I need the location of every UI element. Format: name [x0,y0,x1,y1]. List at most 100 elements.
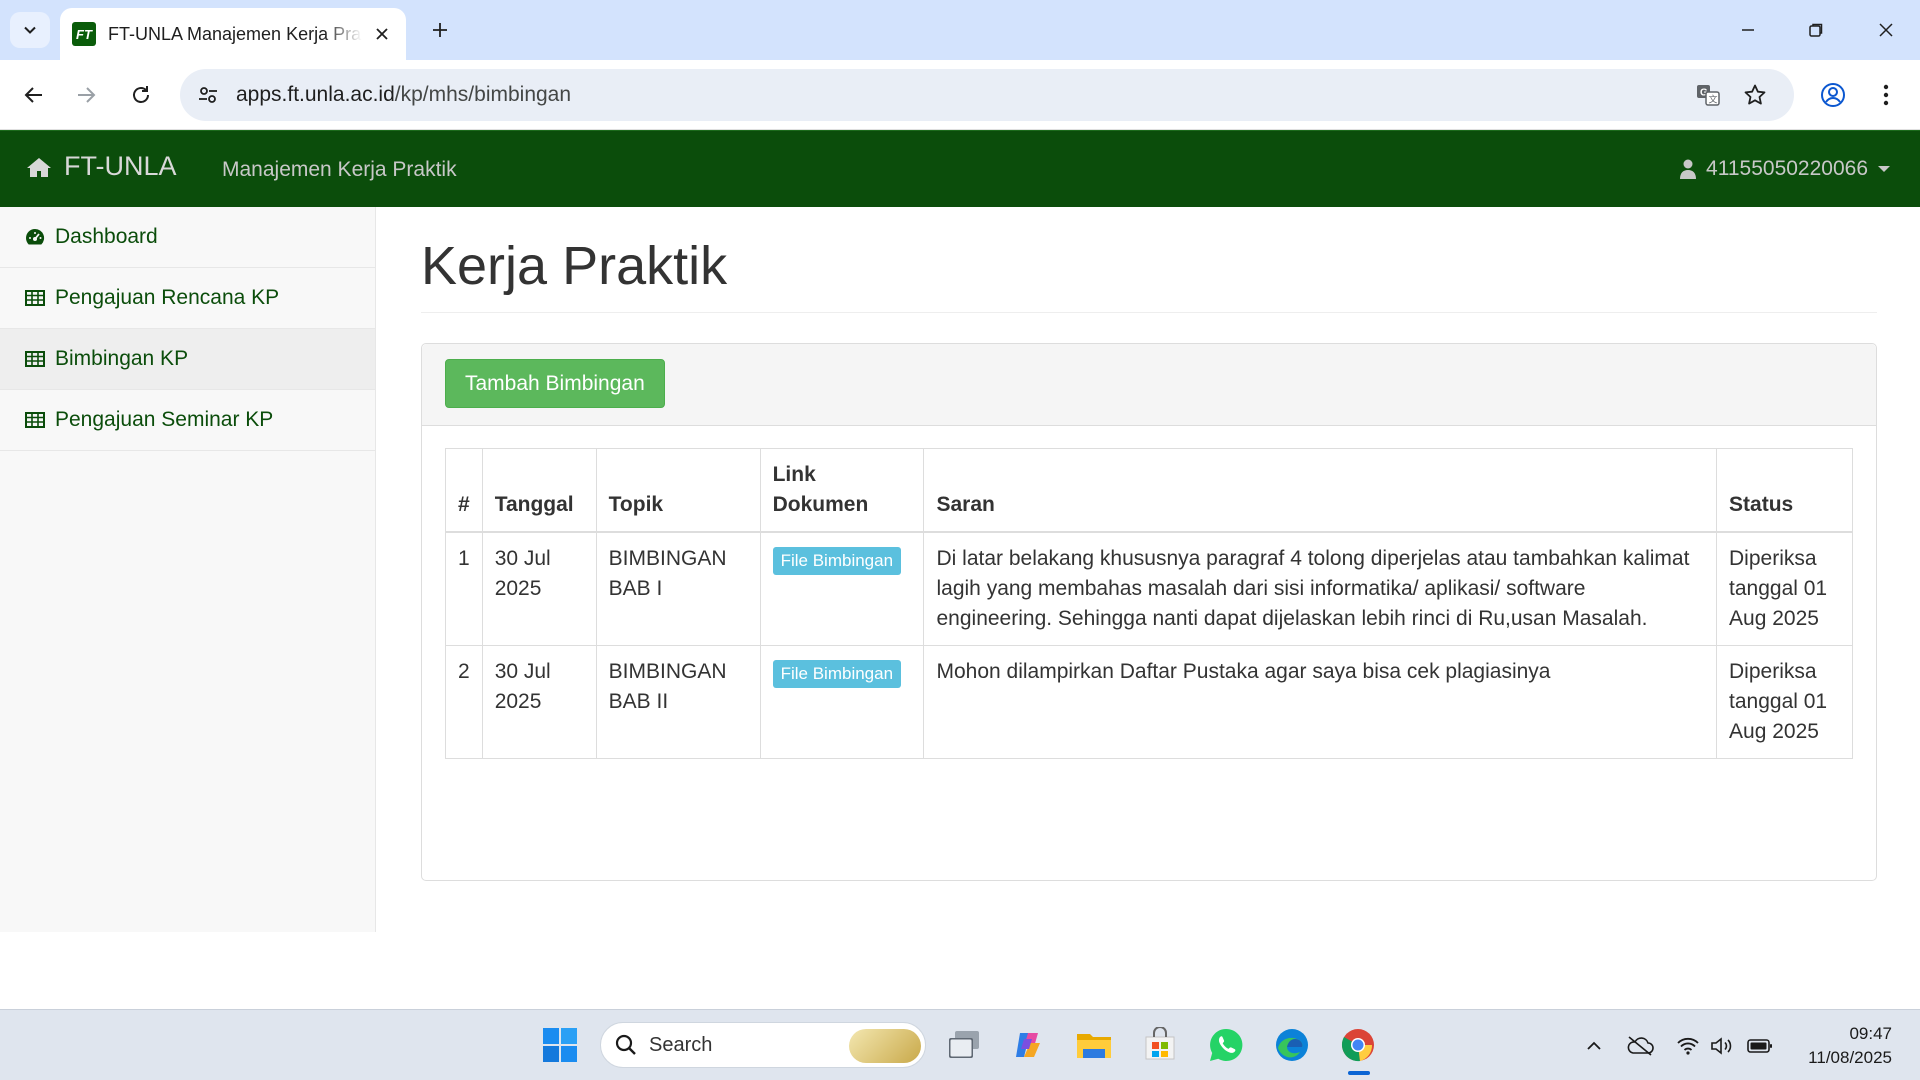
windows-logo-icon [543,1028,577,1062]
file-bimbingan-link[interactable]: File Bimbingan [772,547,902,575]
table-header-row: # Tanggal Topik Link Dokumen Saran Statu… [445,448,1853,533]
close-icon [376,28,388,40]
restore-icon [1809,23,1823,37]
table-row: 1 30 Jul 2025 BIMBINGAN BAB I File Bimbi… [445,531,1853,646]
user-dropdown[interactable]: 41155050220066 [1680,157,1890,181]
column-header-no: # [445,448,483,533]
home-icon [27,157,51,177]
sidebar-item-bimbingan[interactable]: Bimbingan KP [0,329,375,390]
table-row: 2 30 Jul 2025 BIMBINGAN BAB II File Bimb… [445,645,1853,759]
file-explorer-button[interactable] [1072,1023,1116,1067]
clock-time: 09:47 [1849,1024,1892,1043]
url-text: apps.ft.unla.ac.id/kp/mhs/bimbingan [236,83,571,107]
arrow-left-icon [24,87,42,103]
translate-icon: G文 [1697,85,1720,106]
tab-search-button[interactable] [10,12,50,48]
chevron-down-icon [24,26,36,34]
column-header-status: Status [1716,448,1853,533]
dashboard-icon [25,228,45,246]
sidebar-item-pengajuan-rencana[interactable]: Pengajuan Rencana KP [0,268,375,329]
caret-down-icon [1878,166,1890,172]
store-icon [1145,1027,1175,1060]
brand-link[interactable]: FT-UNLA [26,151,177,182]
profile-button[interactable] [1813,75,1853,115]
wifi-button[interactable] [1674,1032,1702,1060]
table-icon [25,412,45,428]
copilot-icon [1016,1033,1040,1057]
bimbingan-panel: Tambah Bimbingan # Tanggal Topik Link Do… [421,343,1877,881]
translate-button[interactable]: G文 [1688,75,1728,115]
close-window-button[interactable] [1862,10,1910,50]
active-app-indicator [1348,1071,1370,1075]
user-icon [1680,159,1697,179]
volume-button[interactable] [1708,1032,1736,1060]
main-content: Kerja Praktik Tambah Bimbingan # Tanggal… [421,207,1877,881]
folder-icon [1077,1034,1111,1058]
panel-body: # Tanggal Topik Link Dokumen Saran Statu… [422,426,1876,781]
whatsapp-button[interactable] [1204,1023,1248,1067]
tambah-bimbingan-button[interactable]: Tambah Bimbingan [445,359,665,408]
start-button[interactable] [538,1023,582,1067]
browser-tab-bar: FT FT-UNLA Manajemen Kerja Praktik [0,0,1920,60]
battery-button[interactable] [1746,1032,1774,1060]
back-button[interactable] [14,75,54,115]
plus-icon [433,23,447,37]
nav-link-manajemen[interactable]: Manajemen Kerja Praktik [222,158,457,182]
new-tab-button[interactable] [424,14,456,46]
onedrive-button[interactable] [1626,1032,1654,1060]
column-header-tanggal: Tanggal [481,448,597,533]
search-highlight-image [849,1029,921,1063]
cell-link-dokumen: File Bimbingan [759,531,925,646]
table-icon [25,290,45,306]
bookmark-button[interactable] [1735,75,1775,115]
show-hidden-icons-button[interactable] [1580,1032,1608,1060]
cell-saran: Di latar belakang khususnya paragraf 4 t… [923,531,1718,646]
top-navbar: FT-UNLA Manajemen Kerja Praktik 41155050… [0,130,1920,207]
browser-tab[interactable]: FT FT-UNLA Manajemen Kerja Praktik [60,8,406,60]
cell-status: Diperiksa tanggal 01 Aug 2025 [1716,531,1853,646]
page-title: Kerja Praktik [421,235,1877,313]
arrow-right-icon [78,87,96,103]
star-icon [1744,84,1766,105]
tab-title: FT-UNLA Manajemen Kerja Praktik [108,23,362,44]
sidebar-item-dashboard[interactable]: Dashboard [0,207,375,268]
taskbar-search[interactable]: Search [600,1022,926,1068]
browser-toolbar: apps.ft.unla.ac.id/kp/mhs/bimbingan G文 [0,60,1920,130]
microsoft-store-button[interactable] [1138,1023,1182,1067]
address-bar[interactable]: apps.ft.unla.ac.id/kp/mhs/bimbingan G文 [180,69,1794,121]
system-clock[interactable]: 09:47 11/08/2025 [1808,1022,1892,1070]
minimize-button[interactable] [1724,10,1772,50]
cell-tanggal: 30 Jul 2025 [481,531,597,646]
url-host: apps.ft.unla.ac.id [236,83,395,106]
close-icon [1879,23,1893,37]
minimize-icon [1742,29,1754,31]
windows-taskbar: Search 09:47 11/08/2025 [0,1009,1920,1080]
cell-link-dokumen: File Bimbingan [759,645,925,759]
copilot-button[interactable] [1006,1023,1050,1067]
taskbar-search-placeholder: Search [649,1033,713,1056]
edge-icon [1276,1029,1308,1061]
sidebar-item-label: Pengajuan Rencana KP [55,286,280,309]
column-header-link-dokumen: Link Dokumen [759,448,925,533]
restore-button[interactable] [1792,10,1840,50]
file-bimbingan-link[interactable]: File Bimbingan [772,660,902,688]
clock-date: 11/08/2025 [1808,1048,1892,1067]
more-vertical-icon [1883,84,1889,106]
edge-button[interactable] [1270,1023,1314,1067]
user-id: 41155050220066 [1706,157,1868,180]
reload-button[interactable] [121,75,161,115]
site-info-button[interactable] [188,75,228,115]
volume-icon [1711,1037,1732,1055]
forward-button[interactable] [66,75,106,115]
chevron-up-icon [1587,1041,1601,1050]
task-view-button[interactable] [942,1023,986,1067]
browser-menu-button[interactable] [1866,75,1906,115]
tab-close-button[interactable] [370,22,394,46]
sidebar-item-pengajuan-seminar[interactable]: Pengajuan Seminar KP [0,390,375,451]
battery-icon [1747,1039,1772,1053]
chrome-button[interactable] [1336,1023,1380,1067]
cell-no: 1 [445,531,483,646]
sidebar-item-label: Pengajuan Seminar KP [55,408,274,431]
sidebar-item-label: Dashboard [55,225,158,248]
wifi-icon [1677,1037,1699,1055]
